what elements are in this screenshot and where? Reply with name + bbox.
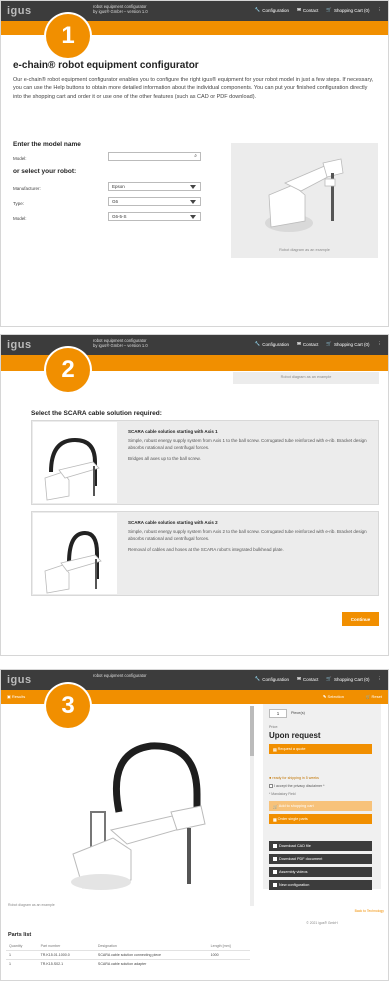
assembly-videos-button[interactable]: Assembly videos (269, 867, 372, 877)
cart-icon: 🛒 (326, 7, 332, 12)
robot-diagram (1, 704, 251, 894)
manufacturer-select[interactable]: Epson (108, 182, 201, 191)
solution-1-image (33, 422, 117, 503)
igus-logo[interactable]: igus (7, 339, 32, 351)
type-label: Type: (13, 201, 25, 206)
type-select[interactable]: G6 (108, 197, 201, 206)
app-title: robot equipment configurator by igus® Gm… (93, 4, 148, 14)
select-heading: or select your robot: (13, 168, 77, 175)
intro-text: Our e-chain® robot equipment configurato… (13, 77, 374, 100)
cart-icon: 🛒 (326, 676, 332, 681)
app-title: robot equipment configurator (93, 673, 147, 678)
app-title: robot equipment configurator by igus® Gm… (93, 338, 148, 348)
mail-icon: ✉ (297, 341, 301, 346)
mail-icon: ✉ (297, 676, 301, 681)
chevron-down-icon (190, 200, 196, 204)
download-pdf-button[interactable]: Download PDF document (269, 854, 372, 864)
request-quote-button[interactable]: ▤ Request a quote (269, 744, 372, 754)
search-icon[interactable]: ⌕ (194, 153, 197, 159)
cart-icon: 🛒 (326, 341, 332, 346)
quantity-input[interactable]: 1 (269, 709, 287, 718)
wrench-icon: 🔧 (254, 676, 261, 681)
preview-caption: Robot diagram as an example (233, 372, 379, 384)
price-label: Price: (269, 725, 279, 729)
reset-button[interactable]: 🛒 Reset (365, 694, 382, 699)
shipping-info: ● ready for shipping in 5 weeks (269, 775, 319, 780)
table-row: 1 TR.K15.01.1000.0 SCARA cable solution co… (6, 950, 250, 960)
robot-model-label: Model: (13, 216, 27, 221)
more-menu-icon[interactable]: ⋮ (378, 7, 383, 13)
solution-2-desc: Simple, robust energy supply system from… (128, 529, 367, 552)
more-menu-icon[interactable]: ⋮ (378, 676, 383, 682)
chevron-down-icon (190, 215, 196, 219)
order-single-parts-button[interactable]: ▦ Order single parts (269, 814, 372, 824)
cart-icon: 🛒 (365, 694, 371, 699)
wrench-icon: 🔧 (254, 341, 261, 346)
new-configuration-button[interactable]: New configuration (269, 880, 372, 890)
model-search-input[interactable]: ⌕ (108, 152, 201, 161)
main-nav: 🔧 Configuration ✉ Contact 🛒 Shopping Cart (… (255, 676, 382, 682)
parts-list-title: Parts list (8, 932, 32, 938)
scrollbar-thumb[interactable] (250, 706, 254, 756)
main-nav: 🔧 Configuration ✉ Contact 🛒 Shopping Cart (… (255, 341, 382, 347)
nav-cart[interactable]: 🛒 Shopping Cart (0) (326, 7, 369, 13)
model-heading: Enter the model name (13, 141, 81, 148)
step-3-badge: 3 (46, 684, 90, 728)
scara-cable-solution-illustration (71, 742, 206, 890)
model-label: Model: (13, 156, 27, 161)
continue-button[interactable]: Continue (342, 612, 379, 626)
mail-icon: ✉ (297, 7, 301, 12)
page-title: e-chain® robot equipment configurator (13, 60, 199, 71)
nav-configuration[interactable]: 🔧 Configuration (255, 7, 289, 13)
more-menu-icon[interactable]: ⋮ (378, 341, 383, 347)
preview-caption: Robot diagram as an example (279, 248, 330, 252)
back-link[interactable]: Back to Technology (355, 909, 384, 913)
nav-configuration[interactable]: 🔧 Configuration (255, 676, 289, 682)
nav-configuration[interactable]: 🔧 Configuration (255, 341, 289, 347)
main-nav: 🔧 Configuration ✉ Contact 🛒 Shopping Cart (… (255, 7, 382, 13)
pencil-icon: ✎ (323, 694, 327, 699)
solution-1-desc: Simple, robust energy supply system from… (128, 438, 367, 461)
solution-2-title: SCARA cable solution starting with Axis … (128, 520, 218, 525)
mandatory-note: * Mandatory Field (269, 792, 296, 796)
privacy-checkbox-row[interactable]: I accept the privacy disclaimer * (269, 784, 325, 789)
copyright: © 2021 igus® GmbH (306, 921, 338, 925)
privacy-checkbox[interactable] (269, 784, 273, 789)
selection-button[interactable]: ✎ Selection (323, 694, 344, 699)
scrollbar[interactable] (250, 706, 254, 906)
solution-option-axis-2[interactable]: SCARA cable solution starting with Axis … (31, 511, 379, 596)
nav-contact[interactable]: ✉ Contact (297, 7, 318, 13)
igus-logo[interactable]: igus (7, 674, 32, 686)
robot-preview: Robot diagram as an example (231, 143, 378, 258)
chevron-down-icon (190, 185, 196, 189)
step-1-badge: 1 (46, 14, 90, 58)
solution-heading: Select the SCARA cable solution required… (31, 410, 162, 417)
add-to-cart-button[interactable]: 🛒 Add to shopping cart (269, 801, 372, 811)
diagram-caption: Robot diagram as an example (8, 903, 55, 907)
wrench-icon: 🔧 (254, 7, 261, 12)
solution-1-title: SCARA cable solution starting with Axis … (128, 429, 218, 434)
scara-robot-illustration (265, 158, 344, 232)
nav-contact[interactable]: ✉ Contact (297, 341, 318, 347)
table-row: 1 TR.K15.S02.1 SCARA cable solution adapte… (6, 959, 250, 968)
igus-logo[interactable]: igus (7, 5, 32, 17)
price-value: Upon request (269, 731, 321, 740)
manufacturer-label: Manufacturer: (13, 186, 41, 191)
step-2-badge: 2 (46, 348, 90, 392)
results-tab[interactable]: ▣ Results (7, 694, 25, 699)
robot-model-select[interactable]: G6-5-S (108, 212, 201, 221)
solution-option-axis-1[interactable]: SCARA cable solution starting with Axis … (31, 420, 379, 505)
nav-contact[interactable]: ✉ Contact (297, 676, 318, 682)
nav-cart[interactable]: 🛒 Shopping Cart (0) (326, 676, 369, 682)
download-cad-button[interactable]: Download CAD file (269, 841, 372, 851)
parts-table: Quantity Part number Designation Length … (6, 942, 250, 968)
quantity-unit: Piece(s) (291, 711, 305, 715)
solution-2-image (33, 513, 117, 594)
nav-cart[interactable]: 🛒 Shopping Cart (0) (326, 341, 369, 347)
